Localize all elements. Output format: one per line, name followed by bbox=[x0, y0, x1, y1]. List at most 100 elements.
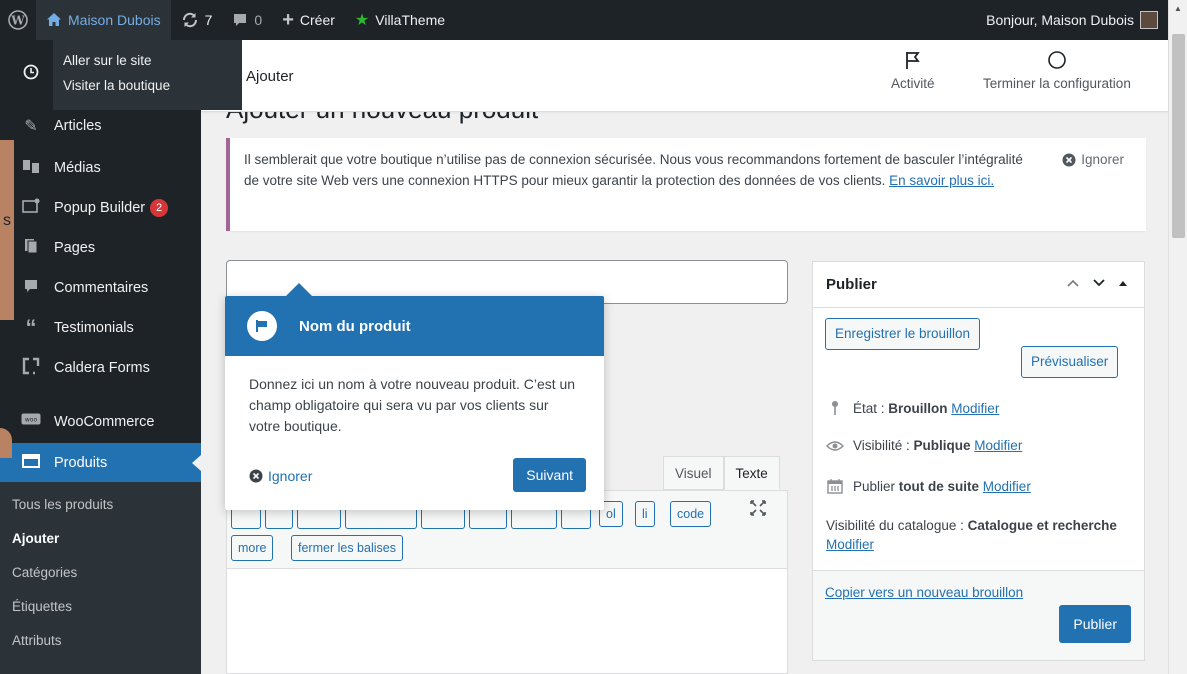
menu-item-medias[interactable]: Médias bbox=[0, 148, 201, 188]
visit-site-link[interactable]: Aller sur le site bbox=[63, 48, 242, 73]
clock-icon bbox=[20, 64, 42, 85]
my-account-menu[interactable]: Bonjour, Maison Dubois bbox=[976, 0, 1168, 40]
header-title: Ajouter bbox=[246, 68, 294, 85]
greeting: Bonjour, Maison Dubois bbox=[986, 12, 1134, 28]
close-circle-icon bbox=[1062, 153, 1076, 167]
submenu-categories[interactable]: Catégories bbox=[0, 556, 201, 590]
tooltip-header: Nom du produit bbox=[225, 296, 604, 356]
submenu-all-products[interactable]: Tous les produits bbox=[0, 488, 201, 522]
site-dropdown: Aller sur le site Visiter la boutique bbox=[53, 40, 242, 110]
submenu-tags[interactable]: Étiquettes bbox=[0, 590, 201, 624]
scroll-up-icon[interactable]: ▲ bbox=[1174, 4, 1182, 13]
publish-box-title: Publier bbox=[826, 276, 877, 293]
eye-icon bbox=[826, 440, 844, 452]
toggle-panel-icon[interactable] bbox=[1118, 276, 1128, 291]
fullscreen-icon[interactable] bbox=[749, 499, 767, 522]
tooltip-dismiss-button[interactable]: Ignorer bbox=[249, 468, 312, 484]
quicktag-code-button[interactable]: code bbox=[670, 501, 712, 527]
menu-item-woocommerce[interactable]: woo WooCommerce bbox=[0, 402, 201, 442]
admin-bar: W Maison Dubois 7 0 + Créer ★ VillaTheme… bbox=[0, 0, 1168, 40]
svg-text:W: W bbox=[10, 14, 25, 28]
menu-item-articles[interactable]: ✎ Articles bbox=[0, 106, 201, 146]
save-draft-button[interactable]: Enregistrer le brouillon bbox=[825, 318, 981, 350]
menu-label-pages: Pages bbox=[54, 240, 96, 256]
quicktag-more-button[interactable]: more bbox=[231, 535, 274, 561]
woo-icon: woo bbox=[20, 413, 42, 432]
comments-button[interactable]: 0 bbox=[222, 0, 272, 40]
site-name-menu[interactable]: Maison Dubois bbox=[36, 0, 171, 40]
home-icon bbox=[46, 12, 62, 28]
tooltip-dismiss-label: Ignorer bbox=[268, 468, 313, 484]
finish-setup-button[interactable]: Terminer la configuration bbox=[983, 50, 1131, 91]
scrollbar-thumb[interactable] bbox=[1172, 34, 1185, 238]
menu-item-popup-builder[interactable]: Popup Builder 2 bbox=[0, 188, 201, 228]
new-content-button[interactable]: + Créer bbox=[272, 0, 345, 40]
quicktag-close-tags-button[interactable]: fermer les balises bbox=[291, 535, 403, 561]
menu-label-products: Produits bbox=[54, 455, 108, 471]
move-down-icon[interactable] bbox=[1092, 276, 1106, 291]
notice-learn-more-link[interactable]: En savoir plus ici. bbox=[889, 173, 994, 188]
page-scrollbar[interactable]: ▲ bbox=[1168, 0, 1187, 674]
villatheme-button[interactable]: ★ VillaTheme bbox=[345, 0, 455, 40]
menu-label-comments: Commentaires bbox=[54, 280, 149, 296]
menu-item-testimonials[interactable]: “ Testimonials bbox=[0, 308, 201, 348]
edit-catalog-link[interactable]: Modifier bbox=[826, 537, 874, 552]
product-tour-tooltip: Nom du produit Donnez ici un nom à votre… bbox=[225, 283, 604, 510]
visit-store-link[interactable]: Visiter la boutique bbox=[63, 73, 242, 98]
visibility-row: Visibilité : Publique Modifier bbox=[826, 438, 1022, 453]
preview-button[interactable]: Prévisualiser bbox=[1021, 346, 1119, 378]
tooltip-arrow bbox=[285, 283, 313, 297]
notice-dismiss-button[interactable]: Ignorer bbox=[1062, 149, 1124, 170]
pin-icon bbox=[826, 400, 844, 416]
edit-schedule-link[interactable]: Modifier bbox=[983, 479, 1031, 494]
activity-label: Activité bbox=[891, 76, 935, 91]
wordpress-logo-button[interactable]: W bbox=[0, 0, 36, 40]
overlay-shape bbox=[0, 140, 14, 320]
menu-item-products[interactable]: Produits bbox=[0, 443, 201, 483]
copy-to-draft-link[interactable]: Copier vers un nouveau brouillon bbox=[825, 585, 1023, 600]
notification-badge: 2 bbox=[150, 199, 169, 217]
updates-button[interactable]: 7 bbox=[171, 0, 223, 40]
quicktag-li-button[interactable]: li bbox=[635, 501, 655, 527]
wordpress-icon: W bbox=[8, 10, 28, 30]
site-name: Maison Dubois bbox=[68, 12, 161, 28]
products-icon bbox=[20, 453, 42, 473]
notice-dismiss-label: Ignorer bbox=[1081, 152, 1124, 167]
https-notice: Il semblerait que votre boutique n’utili… bbox=[226, 138, 1146, 231]
tooltip-body: Donnez ici un nom à votre nouveau produi… bbox=[249, 376, 576, 434]
edit-visibility-link[interactable]: Modifier bbox=[974, 438, 1022, 453]
pages-icon bbox=[20, 238, 42, 259]
notice-message: Il semblerait que votre boutique n’utili… bbox=[244, 149, 1024, 191]
editor-tabs: Visuel Texte bbox=[663, 456, 780, 490]
flag-icon bbox=[891, 50, 935, 76]
publish-box: Publier Enregistrer le brouillon Prévisu… bbox=[812, 261, 1145, 661]
product-description-editor[interactable]: ol li code more fermer les balises bbox=[226, 490, 788, 674]
submenu-add[interactable]: Ajouter bbox=[0, 522, 201, 556]
menu-label-medias: Médias bbox=[54, 160, 101, 176]
move-up-icon[interactable] bbox=[1066, 276, 1080, 291]
activity-button[interactable]: Activité bbox=[891, 50, 935, 91]
schedule-text: Publier tout de suite Modifier bbox=[853, 478, 1031, 494]
tab-text[interactable]: Texte bbox=[723, 456, 780, 490]
publish-button[interactable]: Publier bbox=[1059, 605, 1131, 643]
tooltip-title: Nom du produit bbox=[299, 317, 411, 335]
tooltip-next-button[interactable]: Suivant bbox=[513, 458, 586, 492]
calendar-icon bbox=[826, 478, 844, 494]
edit-status-link[interactable]: Modifier bbox=[951, 401, 999, 416]
finish-setup-label: Terminer la configuration bbox=[983, 76, 1131, 91]
publish-box-footer: Copier vers un nouveau brouillon Publier bbox=[813, 570, 1144, 660]
menu-label-woocommerce: WooCommerce bbox=[54, 414, 155, 430]
tab-visual[interactable]: Visuel bbox=[663, 456, 724, 490]
overlay-text: s bbox=[3, 212, 11, 229]
close-circle-icon bbox=[249, 469, 263, 483]
comment-bubble-icon bbox=[232, 12, 248, 28]
quote-icon: “ bbox=[25, 315, 37, 340]
publish-box-controls bbox=[1066, 276, 1128, 291]
progress-circle-icon bbox=[983, 50, 1131, 76]
woocommerce-header: Ajouter Activité Terminer la configurati… bbox=[201, 40, 1168, 112]
menu-item-comments[interactable]: Commentaires bbox=[0, 268, 201, 308]
menu-item-caldera-forms[interactable]: Caldera Forms bbox=[0, 348, 201, 388]
menu-item-pages[interactable]: Pages bbox=[0, 228, 201, 268]
menu-label-caldera-forms: Caldera Forms bbox=[54, 360, 150, 376]
submenu-attributes[interactable]: Attributs bbox=[0, 624, 201, 658]
